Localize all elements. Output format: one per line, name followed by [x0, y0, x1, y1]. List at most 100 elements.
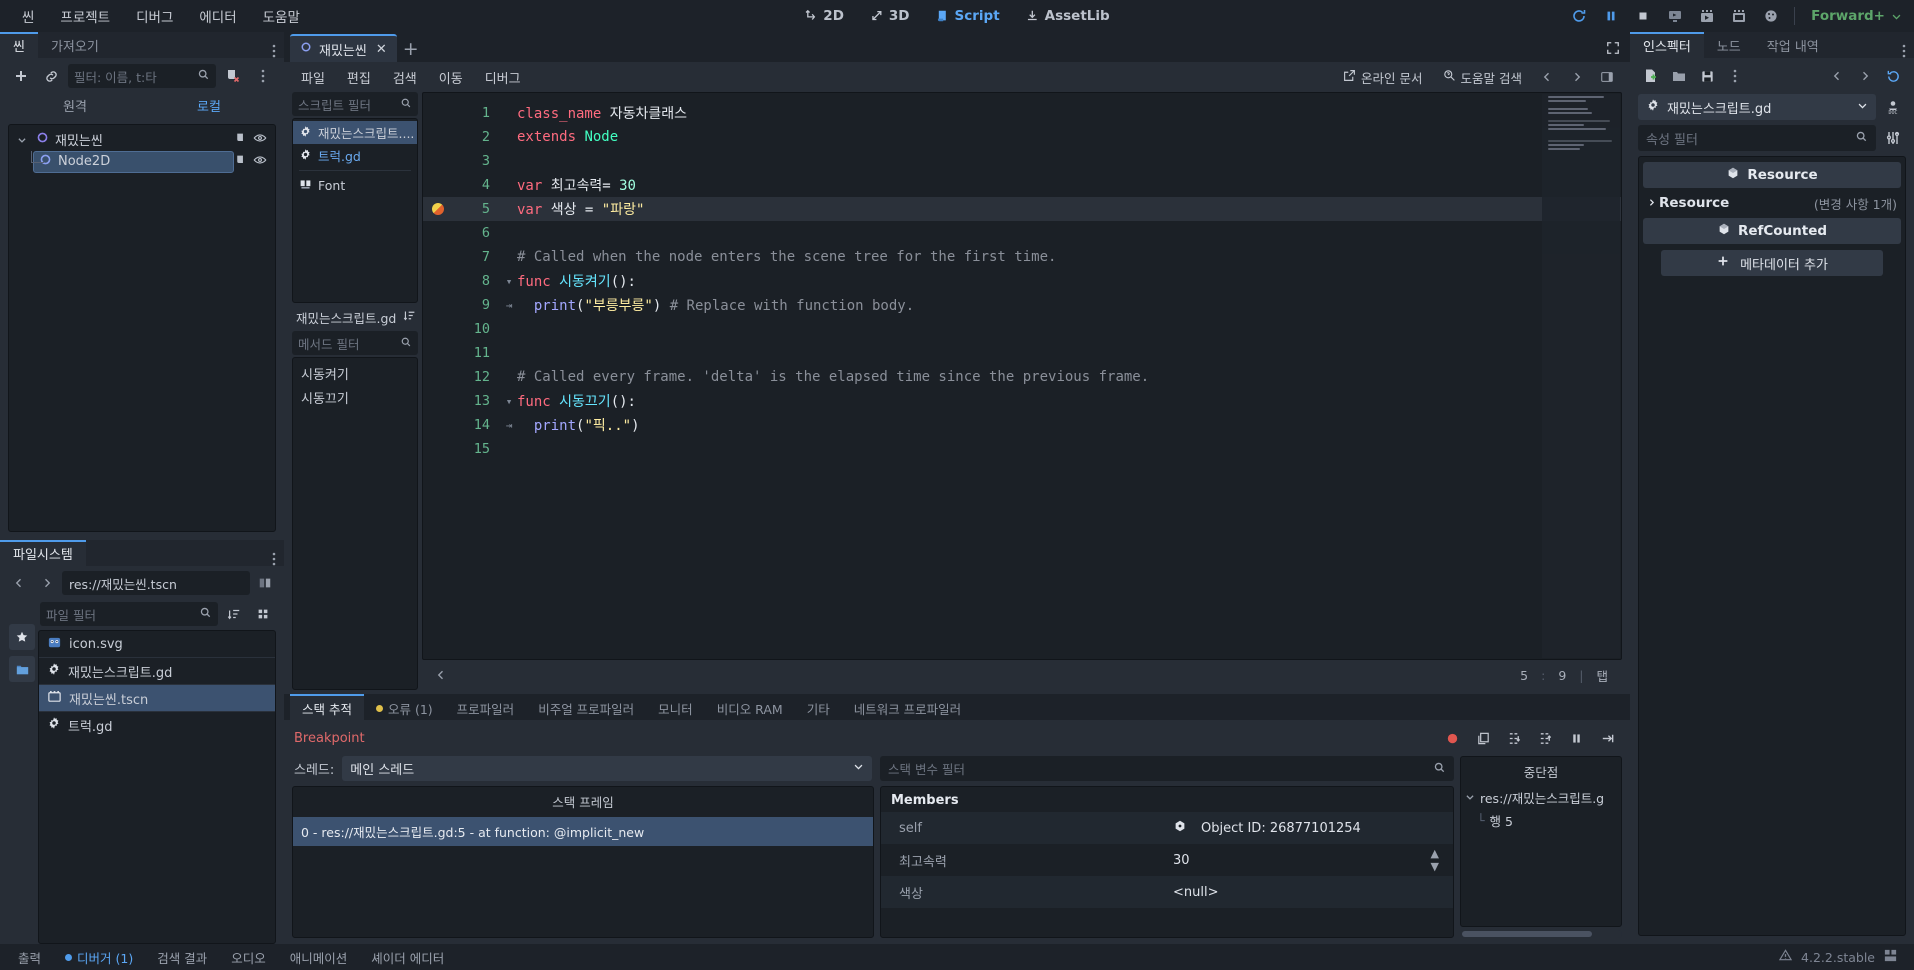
remote-debug-button[interactable] [1756, 3, 1786, 29]
menu-editor[interactable]: 에디터 [187, 2, 248, 30]
code-line[interactable]: 13 ▾ func 시동끄기(): [423, 389, 1621, 413]
attach-script-icon[interactable] [234, 132, 247, 149]
code-line[interactable]: 14 ⇥ print("픽..") [423, 413, 1621, 437]
debugger-tab[interactable]: 스택 추적 [290, 694, 364, 720]
table-row[interactable]: 최고속력 30 ▲ ▼ [881, 844, 1453, 876]
chevron-right-icon[interactable] [34, 571, 60, 595]
list-item[interactable]: 트럭.gd [39, 712, 275, 738]
filesystem-dock-menu-button[interactable] [264, 552, 284, 566]
scene-root-node[interactable]: 재밌는씬 [31, 129, 234, 151]
chevron-right-icon[interactable] [1852, 64, 1878, 88]
list-item[interactable]: 시동끄기 [293, 385, 417, 409]
code-line[interactable]: 15 [423, 437, 1621, 461]
tab-3d[interactable]: 3D [859, 5, 921, 27]
fold-arrow-icon[interactable]: ▾ [501, 275, 517, 288]
sort-icon[interactable] [221, 602, 247, 626]
list-item[interactable]: Font [293, 174, 417, 197]
layout-icon[interactable] [1883, 948, 1898, 966]
list-item[interactable]: 재밌는씬.tscn [39, 685, 275, 711]
list-item[interactable]: 트럭.gd [293, 144, 417, 167]
tree-row[interactable]: └ 행 5 [1461, 809, 1621, 832]
search-help-button[interactable]: 도움말 검색 [1435, 65, 1530, 90]
edited-resource-selector[interactable]: 재밌는스크립트.gd [1638, 94, 1876, 120]
close-icon[interactable]: ✕ [376, 42, 387, 57]
method-filter-input[interactable]: 메서드 필터 [292, 331, 418, 355]
scene-filter-input[interactable]: 필터: 이름, t:타 [68, 64, 216, 88]
script-menu-debug[interactable]: 디버그 [474, 65, 532, 90]
bottom-panel-button[interactable]: 셰이더 에디터 [359, 945, 456, 970]
script-nav-prev-button[interactable] [1534, 65, 1560, 89]
debugger-tab[interactable]: 네트워크 프로파일러 [842, 694, 973, 720]
property-filter-input[interactable]: 속성 필터 [1638, 125, 1876, 151]
table-row[interactable]: self Object ID: 26877101254 [881, 812, 1453, 844]
star-icon[interactable] [9, 624, 35, 650]
code-line[interactable]: 5 var 색상 = "파랑" [423, 197, 1621, 221]
play-custom-scene-button[interactable] [1692, 3, 1722, 29]
remote-button[interactable]: 원격 [8, 94, 142, 118]
menu-help[interactable]: 도움말 [251, 2, 312, 30]
chevron-down-icon[interactable] [1465, 790, 1475, 805]
debugger-tab[interactable]: 기타 [795, 694, 842, 720]
visibility-icon[interactable] [253, 153, 267, 171]
attach-script-icon[interactable] [234, 154, 247, 171]
number-stepper[interactable]: ▲ ▼ [1431, 847, 1453, 873]
breakpoints-hscrollbar[interactable] [1460, 930, 1622, 938]
script-menu-file[interactable]: 파일 [290, 65, 336, 90]
menu-debug[interactable]: 디버그 [124, 2, 185, 30]
bottom-panel-button[interactable]: 출력 [6, 945, 53, 970]
code-minimap[interactable] [1542, 94, 1620, 658]
code-editor[interactable]: 1 class_name 자동차클래스 2 extends Node 3 4 var 최고속… [422, 92, 1622, 660]
bottom-panel-button[interactable]: 검색 결과 [145, 945, 219, 970]
filesystem-path-field[interactable]: res://재밌는씬.tscn [62, 571, 250, 595]
table-row[interactable]: 색상 <null> [881, 876, 1453, 908]
list-item[interactable]: 재밌는스크립트.... [293, 121, 417, 144]
script-menu-search[interactable]: 검색 [382, 65, 428, 90]
debugger-tab[interactable]: 비디오 RAM [705, 694, 795, 720]
online-docs-button[interactable]: 온라인 문서 [1335, 65, 1430, 90]
breakpoint-marker[interactable] [432, 203, 444, 215]
split-view-icon[interactable] [252, 571, 278, 595]
expand-icon[interactable] [1596, 34, 1630, 62]
tree-row[interactable]: res://재밌는스크립트.g [1461, 786, 1621, 809]
bottom-panel-button[interactable]: 애니메이션 [278, 945, 360, 970]
bottom-panel-button[interactable]: 디버거 (1) [53, 945, 145, 970]
folder-open-icon[interactable] [1666, 64, 1692, 88]
scene-tab-item[interactable]: 재밌는씬 ✕ [290, 34, 397, 62]
code-line[interactable]: 9 ⇥ print("부릉부릉") # Replace with function… [423, 293, 1621, 317]
continue-icon[interactable] [1594, 726, 1620, 750]
vertical-dots-icon[interactable] [250, 64, 276, 88]
stop-button[interactable] [1628, 3, 1658, 29]
add-scene-button[interactable]: + [397, 36, 425, 62]
debugger-tab[interactable]: 프로파일러 [445, 694, 527, 720]
code-line[interactable]: 4 var 최고속력= 30 [423, 173, 1621, 197]
tab-filesystem[interactable]: 파일시스템 [0, 540, 86, 566]
script-filter-input[interactable]: 스크립트 필터 [292, 92, 418, 116]
warnings-toggle-button[interactable] [426, 669, 456, 681]
tab-inspector[interactable]: 인스펙터 [1630, 32, 1704, 58]
menu-scene[interactable]: 씬 [10, 2, 46, 30]
local-button[interactable]: 로컬 [142, 94, 276, 118]
save-icon[interactable] [1694, 64, 1720, 88]
pause-button[interactable] [1596, 3, 1626, 29]
code-line[interactable]: 2 extends Node [423, 125, 1621, 149]
file-filter-input[interactable]: 파일 필터 [40, 602, 218, 626]
add-node-button[interactable] [8, 64, 34, 88]
tab-script[interactable]: Script [925, 5, 1011, 27]
thread-select[interactable]: 메인 스레드 [342, 756, 872, 781]
tab-assetlib[interactable]: AssetLib [1015, 5, 1121, 27]
open-docs-icon[interactable]: DOC [1880, 95, 1906, 119]
code-line[interactable]: 7 # Called when the node enters the scene… [423, 245, 1621, 269]
chevron-left-icon[interactable] [1824, 64, 1850, 88]
debugger-tab[interactable]: 오류 (1) [364, 694, 445, 720]
sort-icon[interactable] [403, 309, 416, 325]
debugger-tab[interactable]: 비주얼 프로파일러 [526, 694, 646, 720]
script-remove-icon[interactable] [220, 64, 246, 88]
code-line[interactable]: 10 [423, 317, 1621, 341]
add-metadata-button[interactable]: 메타데이터 추가 [1661, 250, 1883, 276]
indent-mode[interactable]: 탭 [1596, 666, 1608, 685]
code-line[interactable]: 8 ▾ func 시동켜기(): [423, 269, 1621, 293]
tree-row[interactable]: 재밌는씬 [9, 129, 275, 151]
step-into-icon[interactable] [1501, 726, 1527, 750]
list-item[interactable]: 0 - res://재밌는스크립트.gd:5 - at function: @i… [293, 817, 873, 846]
code-line[interactable]: 12 # Called every frame. 'delta' is the e… [423, 365, 1621, 389]
